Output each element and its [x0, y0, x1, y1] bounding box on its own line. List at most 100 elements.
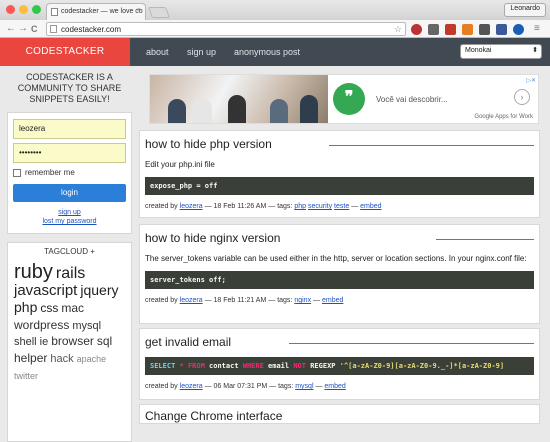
extension-box-icon[interactable] — [462, 24, 473, 35]
author-link[interactable]: leozera — [180, 203, 203, 210]
tag-link[interactable]: mysql — [295, 383, 313, 390]
nav-about[interactable]: about — [146, 38, 169, 66]
reload-icon[interactable]: C — [31, 23, 38, 35]
code-snippet[interactable]: SELECT * FROM contact WHERE email NOT RE… — [145, 357, 534, 375]
tag-link[interactable]: php — [294, 203, 306, 210]
site-header: CODESTACKER about sign up anonymous post… — [0, 38, 550, 66]
remember-me-label: remember me — [25, 168, 75, 177]
tag-link[interactable]: ie — [40, 337, 49, 349]
select-arrow-icon: ⬍ — [532, 47, 538, 54]
post-title[interactable]: get invalid email — [145, 335, 534, 349]
post-card: how to hide php version Edit your php.in… — [139, 130, 540, 218]
login-button[interactable]: login — [13, 184, 126, 202]
tag-link[interactable]: teste — [334, 203, 349, 210]
post-meta: created by leozera — 06 Mar 07:31 PM — t… — [145, 383, 346, 390]
close-window-button[interactable] — [6, 5, 15, 14]
nav-sign-up[interactable]: sign up — [187, 38, 216, 66]
tag-link[interactable]: browser — [51, 335, 94, 348]
theme-select[interactable]: Monokai ⬍ — [460, 44, 542, 59]
embed-link[interactable]: embed — [360, 203, 381, 210]
tag-link[interactable]: rails — [56, 265, 85, 283]
lost-password-link[interactable]: lost my password — [13, 217, 126, 226]
login-form: leozera •••••••• remember me login sign … — [7, 112, 132, 234]
post-card: get invalid email SELECT * FROM contact … — [139, 328, 540, 400]
title-rule — [329, 145, 534, 146]
tag-link[interactable]: mac — [61, 302, 84, 315]
tag-link[interactable]: wordpress — [14, 318, 69, 332]
extension-t-icon[interactable] — [445, 24, 456, 35]
remember-me-row[interactable]: remember me — [13, 168, 126, 177]
extension-grid-icon[interactable] — [496, 24, 507, 35]
tag-link[interactable]: mysql — [72, 320, 101, 333]
extension-globe-icon[interactable] — [513, 24, 524, 35]
tag-link[interactable]: css — [40, 302, 58, 315]
post-meta: created by leozera — 18 Feb 11:21 AM — t… — [145, 297, 344, 304]
password-field[interactable]: •••••••• — [13, 143, 126, 163]
bookmark-star-icon[interactable]: ☆ — [394, 24, 402, 35]
page-favicon-icon — [51, 8, 58, 16]
tag-link[interactable]: jquery — [80, 283, 118, 298]
tag-link[interactable]: nginx — [294, 297, 311, 304]
tag-link[interactable]: hack — [50, 354, 73, 366]
extension-monitor-icon[interactable] — [479, 24, 490, 35]
code-snippet[interactable]: expose_php = off — [145, 177, 534, 195]
remember-me-checkbox[interactable] — [13, 168, 21, 177]
title-rule — [289, 343, 534, 344]
browser-tab[interactable]: codestacker — we love co × — [46, 3, 146, 20]
title-rule — [436, 239, 534, 240]
post-title[interactable]: how to hide php version — [145, 137, 534, 151]
minimize-window-button[interactable] — [19, 5, 28, 14]
ad-person — [270, 99, 288, 123]
site-tagline: CODESTACKER IS A COMMUNITY TO SHARE SNIP… — [17, 72, 122, 104]
tag-link[interactable]: security — [308, 203, 332, 210]
ad-banner[interactable]: ❞ Você vai descobrir... › Google Apps fo… — [149, 74, 539, 124]
tag-link[interactable]: helper — [14, 352, 47, 365]
post-title[interactable]: Change Chrome interface — [145, 409, 534, 423]
chevron-right-icon[interactable]: › — [514, 89, 530, 105]
tag-list: ruby railsjavascript jquery php css mac wordpr… — [14, 262, 125, 384]
tag-link[interactable]: javascript — [14, 283, 77, 299]
extension-tools-icon[interactable] — [428, 24, 439, 35]
ad-photo — [150, 75, 328, 123]
adchoices-icon[interactable]: ▷✕ — [526, 77, 536, 84]
author-link[interactable]: leozera — [180, 297, 203, 304]
profile-button[interactable]: Leonardo — [504, 3, 546, 17]
address-bar[interactable]: codestacker.com ☆ — [46, 22, 406, 36]
post-description: The server_tokens variable can be used e… — [145, 254, 527, 263]
post-card: how to hide nginx version The server_tok… — [139, 224, 540, 324]
new-tab-button[interactable] — [147, 7, 171, 18]
ad-person — [192, 99, 212, 123]
ad-person — [168, 99, 186, 123]
page-icon — [50, 25, 57, 33]
ad-person — [228, 95, 246, 123]
tag-link[interactable]: ruby — [14, 262, 53, 283]
tagcloud-title[interactable]: TAGCLOUD + — [14, 247, 125, 256]
author-link[interactable]: leozera — [180, 383, 203, 390]
zoom-window-button[interactable] — [32, 5, 41, 14]
extension-red-icon[interactable] — [411, 24, 422, 35]
embed-link[interactable]: embed — [322, 297, 343, 304]
post-description: Edit your php.ini file — [145, 160, 215, 169]
ad-text: Você vai descobrir... — [376, 95, 448, 104]
site-logo[interactable]: CODESTACKER — [0, 38, 130, 66]
forward-icon[interactable]: → — [18, 23, 28, 35]
tag-link[interactable]: apache — [77, 354, 107, 364]
browser-toolbar: ← → C codestacker.com ☆ ≡ — [0, 20, 550, 38]
signup-link[interactable]: sign up — [13, 208, 126, 217]
tag-link[interactable]: php — [14, 300, 37, 315]
ad-person — [300, 95, 318, 123]
browser-menu-icon[interactable]: ≡ — [534, 23, 540, 35]
tab-title: codestacker — we love co — [61, 8, 143, 15]
tag-link[interactable]: shell — [14, 337, 37, 349]
nav-anonymous-post[interactable]: anonymous post — [234, 38, 300, 66]
tab-close-icon[interactable]: × — [137, 7, 141, 14]
ad-logo: Google Apps for Work — [474, 114, 533, 120]
embed-link[interactable]: embed — [324, 383, 345, 390]
post-title[interactable]: how to hide nginx version — [145, 231, 534, 245]
tag-link[interactable]: twitter — [14, 371, 38, 381]
back-icon[interactable]: ← — [6, 23, 16, 35]
username-field[interactable]: leozera — [13, 119, 126, 139]
code-snippet[interactable]: server_tokens off; — [145, 271, 534, 289]
tag-link[interactable]: sql — [97, 335, 112, 348]
browser-titlebar: codestacker — we love co × Leonardo — [0, 0, 550, 20]
